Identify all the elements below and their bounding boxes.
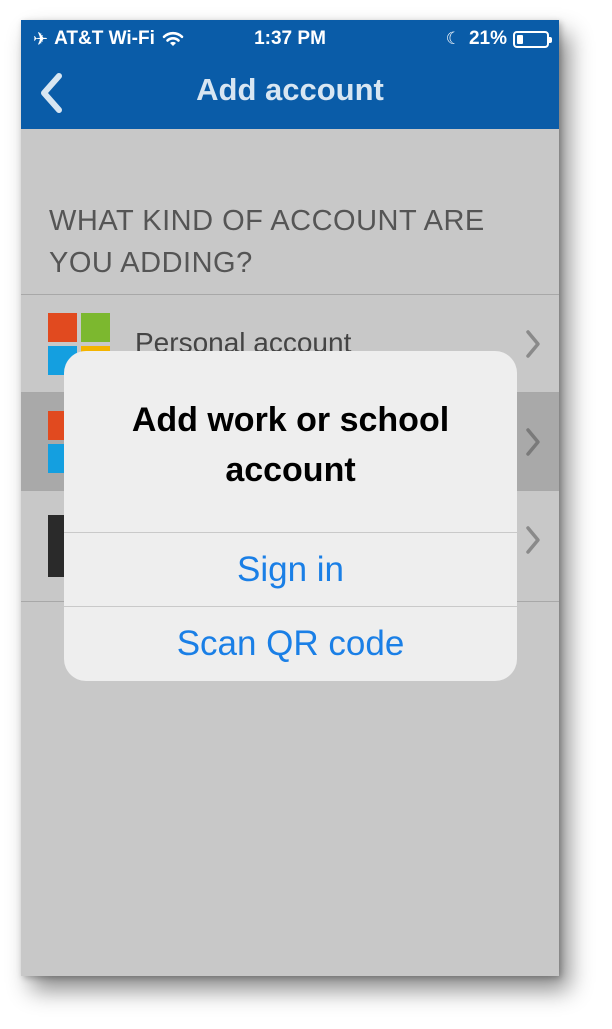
chevron-right-icon xyxy=(526,330,540,358)
phone-screen: ✈ AT&T Wi-Fi 1:37 PM ☾ 21% Add account W… xyxy=(21,20,559,976)
battery-icon xyxy=(513,30,552,48)
moon-icon: ☾ xyxy=(445,29,461,48)
chevron-right-icon xyxy=(526,428,540,456)
scan-qr-code-button[interactable]: Scan QR code xyxy=(64,606,517,680)
status-bar: ✈ AT&T Wi-Fi 1:37 PM ☾ 21% xyxy=(21,20,559,60)
page-title: Add account xyxy=(196,72,384,107)
section-header: WHAT KIND OF ACCOUNT ARE YOU ADDING? xyxy=(49,205,485,279)
battery-percent: 21% xyxy=(468,28,507,49)
alert-title: Add work or school account xyxy=(131,401,450,489)
chevron-right-icon xyxy=(526,526,540,554)
top-bar: ✈ AT&T Wi-Fi 1:37 PM ☾ 21% Add account xyxy=(21,20,559,129)
navigation-bar: Add account xyxy=(21,60,559,129)
action-alert: Add work or school account Sign in Scan … xyxy=(64,351,517,681)
sign-in-button[interactable]: Sign in xyxy=(64,532,517,606)
